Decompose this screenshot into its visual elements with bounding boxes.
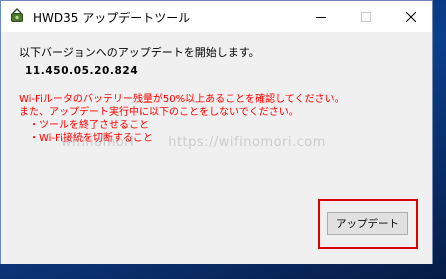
desktop-background: HWD35 アップデートツール 以下バージョンへのアップデートを開始します。 1… (0, 0, 446, 279)
minimize-button[interactable] (299, 1, 343, 32)
close-icon (406, 11, 416, 22)
router-icon (9, 8, 25, 24)
intro-message: 以下バージョンへのアップデートを開始します。 (19, 46, 260, 59)
close-button[interactable] (389, 1, 433, 32)
update-button[interactable]: アップデート (327, 212, 408, 235)
watermark-site-name: wifinomori (61, 135, 135, 150)
maximize-button[interactable] (344, 1, 388, 32)
maximize-icon (361, 11, 371, 22)
title-bar[interactable]: HWD35 アップデートツール (1, 1, 432, 32)
watermark-url: https://wifinomori.com (168, 135, 326, 150)
target-version: 11.450.05.20.824 (25, 65, 139, 77)
watermark: wifinomori https://wifinomori.com (61, 135, 326, 150)
update-tool-window: HWD35 アップデートツール 以下バージョンへのアップデートを開始します。 1… (0, 0, 433, 264)
minimize-icon (316, 16, 326, 18)
window-title: HWD35 アップデートツール (33, 11, 191, 25)
dialog-content: 以下バージョンへのアップデートを開始します。 11.450.05.20.824 … (1, 32, 432, 264)
